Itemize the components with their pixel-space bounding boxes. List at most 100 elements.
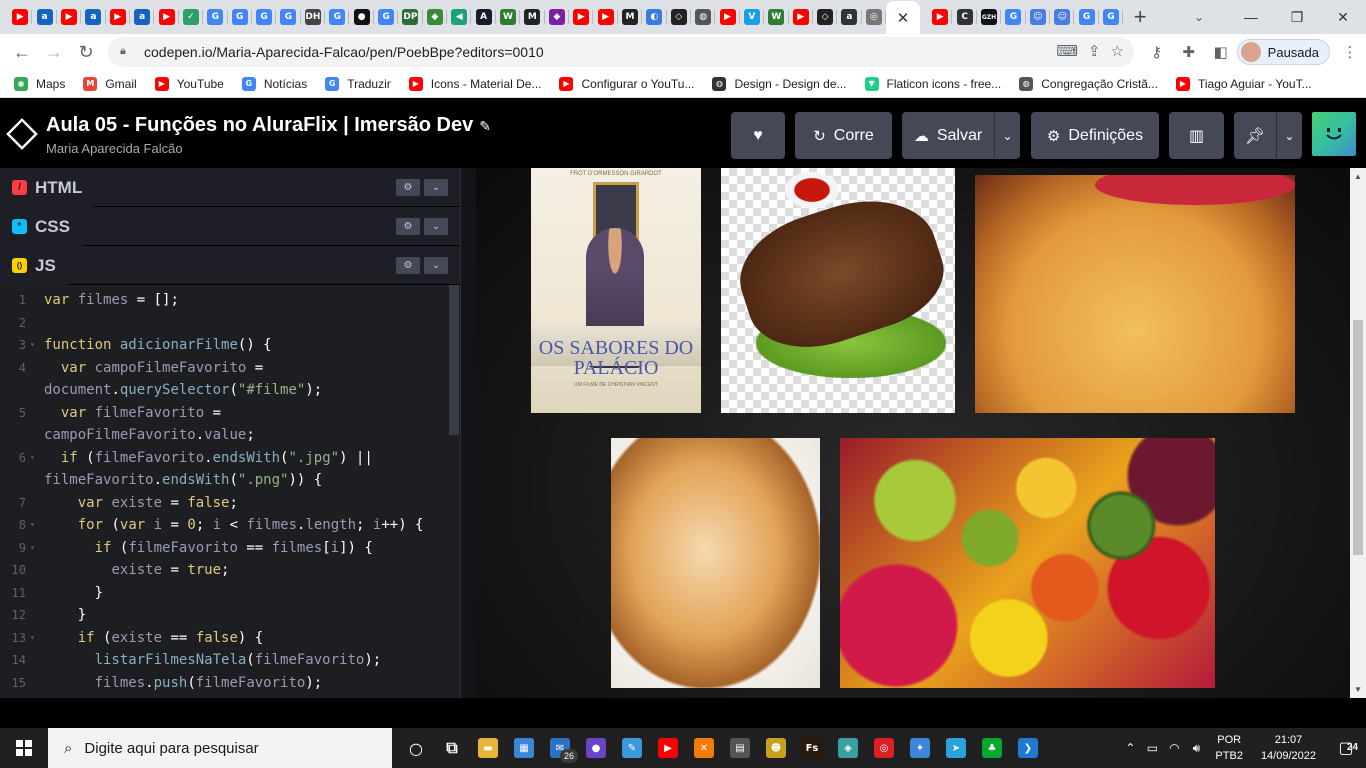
browser-tab[interactable]: G <box>374 0 399 34</box>
browser-tab[interactable]: V <box>740 0 765 34</box>
fold-arrow-icon[interactable]: ▾ <box>30 514 35 537</box>
browser-tab[interactable]: ◀ <box>447 0 472 34</box>
browser-tab[interactable]: ▶ <box>57 0 82 34</box>
paint-taskbar-button[interactable]: ✎ <box>614 728 650 768</box>
scroll-down-icon[interactable]: ▼ <box>1354 685 1362 694</box>
youtube-taskbar-button[interactable]: ▶ <box>650 728 686 768</box>
codepen-logo-icon[interactable] <box>6 118 38 150</box>
input-language[interactable]: POR PTB2 <box>1215 732 1243 764</box>
html-pane-header[interactable]: / HTML ⚙ ⌄ <box>0 168 460 207</box>
browser-tab[interactable]: ◆ <box>545 0 570 34</box>
bookmark-item[interactable]: ◍ Design - Design de... <box>712 76 847 91</box>
pin-dropdown-button[interactable]: ⌄ <box>1276 112 1302 159</box>
extensions-icon[interactable]: ✚ <box>1173 36 1205 68</box>
bookmark-item[interactable]: ▶ Tiago Aguiar - YouT... <box>1175 76 1312 91</box>
code-line[interactable]: document.querySelector("#filme"); <box>0 379 460 402</box>
store-taskbar-button[interactable]: ▦ <box>506 728 542 768</box>
browser-tab[interactable]: ▶ <box>593 0 619 34</box>
js-pane-title[interactable]: () JS <box>0 246 68 285</box>
browser-tab[interactable]: ▶ <box>928 0 953 34</box>
code-line[interactable]: 10 existe = true; <box>0 559 460 582</box>
fs-taskbar-button[interactable]: Fs <box>794 728 830 768</box>
browser-tab[interactable]: ◆ <box>423 0 448 34</box>
pet-taskbar-button[interactable]: ☻ <box>758 728 794 768</box>
edit-pencil-icon[interactable]: ✎ <box>479 118 491 134</box>
browser-tab[interactable]: ▶ <box>569 0 594 34</box>
browser-tab[interactable]: ◇ <box>667 0 692 34</box>
browser-tab[interactable]: C <box>952 0 978 34</box>
browser-tab[interactable]: W <box>496 0 521 34</box>
css-pane-header[interactable]: * CSS ⚙ ⌄ <box>0 207 460 246</box>
browser-tab[interactable]: ☺ <box>1050 0 1075 34</box>
code-line[interactable]: filmeFavorito.endsWith(".png")) { <box>0 469 460 492</box>
browser-tab[interactable]: M <box>520 0 545 34</box>
forward-icon[interactable]: → <box>38 36 70 68</box>
html-settings-icon[interactable]: ⚙ <box>396 179 420 196</box>
pane-resizer[interactable] <box>460 168 476 698</box>
calculator-taskbar-button[interactable]: ▤ <box>722 728 758 768</box>
battery-icon[interactable]: ▭ <box>1141 741 1163 755</box>
browser-tab[interactable]: a <box>837 0 863 34</box>
browser-tab[interactable]: ▶ <box>106 0 131 34</box>
code-line[interactable]: 14 listarFilmesNaTela(filmeFavorito); <box>0 649 460 672</box>
html-pane-title[interactable]: / HTML <box>0 168 95 207</box>
vscode-taskbar-button[interactable]: ❯ <box>1010 728 1046 768</box>
creative-cloud-taskbar-button[interactable]: ◎ <box>866 728 902 768</box>
browser-tab[interactable]: A <box>471 0 497 34</box>
save-dropdown-button[interactable]: ⌄ <box>994 112 1020 159</box>
editor-scrollbar[interactable] <box>449 285 459 435</box>
github-desktop-taskbar-button[interactable]: ● <box>578 728 614 768</box>
browser-tab[interactable]: ✓ <box>179 0 204 34</box>
mail-taskbar-button[interactable]: ✉ 26 <box>542 728 578 768</box>
pen-title[interactable]: Aula 05 - Funções no AluraFlix | Imersão… <box>46 114 491 137</box>
browser-tab[interactable]: G <box>276 0 302 34</box>
browser-tab[interactable]: ▶ <box>715 0 741 34</box>
minimize-icon[interactable]: — <box>1228 0 1274 34</box>
css-pane-title[interactable]: * CSS <box>0 207 82 246</box>
code-line[interactable]: 8 ▾ for (var i = 0; i < filmes.length; i+… <box>0 514 460 537</box>
tray-overflow-icon[interactable]: ⌃ <box>1119 741 1141 755</box>
bookmark-item[interactable]: ▶ Icons - Material De... <box>408 76 541 91</box>
fold-arrow-icon[interactable]: ▾ <box>30 627 35 650</box>
network-taskbar-button[interactable]: ✦ <box>902 728 938 768</box>
cortana-taskbar-button[interactable]: ○ <box>398 728 434 768</box>
browser-tab[interactable]: ▶ <box>8 0 33 34</box>
browser-tab[interactable]: a <box>130 0 155 34</box>
bookmark-star-icon[interactable]: ☆ <box>1111 42 1124 60</box>
code-line[interactable]: 7 var existe = false; <box>0 492 460 515</box>
translate-icon[interactable]: ⌨ <box>1056 42 1078 60</box>
browser-tab[interactable]: a <box>32 0 58 34</box>
bookmark-item[interactable]: ▶ YouTube <box>154 76 224 91</box>
fold-arrow-icon[interactable]: ▾ <box>30 537 35 560</box>
css-collapse-icon[interactable]: ⌄ <box>424 218 448 235</box>
bookmark-item[interactable]: ▼ Flaticon icons - free... <box>864 76 1001 91</box>
active-tab-close[interactable]: ✕ <box>886 1 921 35</box>
tab-search-icon[interactable]: ⌄ <box>1182 0 1216 34</box>
save-button[interactable]: ☁ Salvar <box>902 112 994 159</box>
code-line[interactable]: 11 } <box>0 582 460 605</box>
js-collapse-icon[interactable]: ⌄ <box>424 257 448 274</box>
browser-tab[interactable]: ● <box>349 0 375 34</box>
browser-tab[interactable]: ▶ <box>789 0 814 34</box>
user-avatar[interactable] <box>1312 112 1356 156</box>
heart-button[interactable]: ♥ <box>731 112 785 159</box>
browser-tab[interactable]: G <box>1099 0 1124 34</box>
pin-button[interactable]: 📌︎ <box>1234 112 1276 159</box>
layout-button[interactable]: ▥ <box>1169 112 1224 159</box>
menu-icon[interactable]: ⋮ <box>1334 36 1366 68</box>
share-icon[interactable]: ⇪ <box>1088 42 1101 60</box>
browser-tab[interactable]: ◎ <box>862 0 887 34</box>
bookmark-item[interactable]: G Notícias <box>241 76 307 91</box>
maximize-icon[interactable]: ❐ <box>1274 0 1320 34</box>
volume-icon[interactable]: 🔊︎ <box>1185 741 1207 756</box>
code-line[interactable]: 2 <box>0 312 460 335</box>
task-view-taskbar-button[interactable]: ⧉ <box>434 728 470 768</box>
bookmark-item[interactable]: G Traduzir <box>325 76 391 91</box>
lock-icon[interactable]: 🔒︎ <box>120 45 134 59</box>
profile-button[interactable]: Pausada <box>1236 39 1330 65</box>
bookmark-item[interactable]: ◍ Congregação Cristã... <box>1019 76 1158 91</box>
side-panel-icon[interactable]: ◧ <box>1205 36 1237 68</box>
fold-arrow-icon[interactable]: ▾ <box>30 447 35 470</box>
code-line[interactable]: 15 filmes.push(filmeFavorito); <box>0 672 460 695</box>
browser-tab[interactable]: G <box>252 0 277 34</box>
